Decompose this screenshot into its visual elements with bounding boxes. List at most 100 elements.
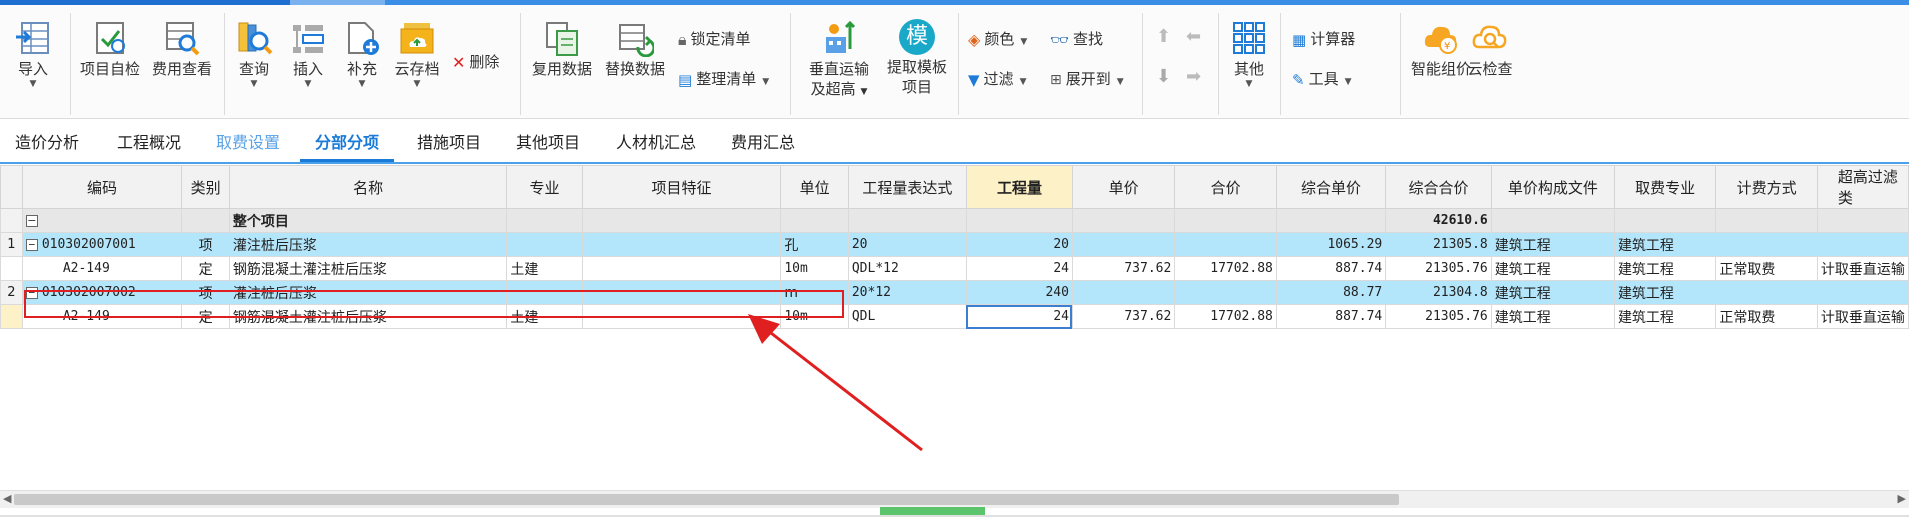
cell-amount[interactable]: 17702.88 [1174,304,1277,329]
scroll-left-arrow-icon[interactable]: ◀ [3,492,11,505]
column-header[interactable]: 项目特征 [581,165,782,209]
cell-price[interactable] [1071,232,1176,257]
column-header[interactable]: 单位 [780,165,849,209]
cell-unit[interactable] [780,208,849,233]
move-down-button[interactable]: ⬇ [1156,65,1171,89]
cell-expr[interactable]: QDL*12 [847,256,967,281]
cell-file[interactable]: 建筑工程 [1490,304,1615,329]
cell-major[interactable]: 土建 [506,256,583,281]
replace-data-button[interactable]: 替换数据 [603,19,667,79]
column-header-quantity[interactable]: 工程量 [965,165,1073,209]
cell-total[interactable]: 21304.8 [1385,280,1492,305]
cell-file[interactable]: 建筑工程 [1490,232,1615,257]
other-button[interactable]: 其他 ▼ [1226,19,1272,89]
column-header[interactable]: 专业 [506,165,583,209]
cell-method[interactable]: 正常取费 [1715,304,1818,329]
cell-amount[interactable] [1174,232,1277,257]
cell-type[interactable]: 项 [181,232,230,257]
cloud-save-button[interactable]: 云存档 ▼ [392,19,442,89]
tab-fee-settings[interactable]: 取费设置 [201,124,295,162]
cell-expr[interactable]: 20*12 [847,280,967,305]
cell-code[interactable]: − [21,208,183,233]
cell-total[interactable]: 42610.6 [1385,208,1492,233]
calculator-button[interactable]: ▦ 计算器 [1292,27,1355,51]
self-check-button[interactable]: 项目自检 [78,19,142,79]
tab-project-overview[interactable]: 工程概况 [102,124,196,162]
cloud-check-button[interactable]: 云检查 [1460,19,1520,79]
cell-fee-major[interactable] [1613,208,1717,233]
cell-method[interactable] [1715,280,1818,305]
cell-filter[interactable]: 计取垂直运输 [1816,256,1909,281]
cell-amount[interactable] [1174,280,1277,305]
cell-unit[interactable]: 孔 [780,232,849,257]
column-header[interactable]: 综合合价 [1385,165,1492,209]
cell-price[interactable] [1071,208,1176,233]
tab-sub-items[interactable]: 分部分项 [300,124,395,162]
column-header[interactable]: 工程量表达式 [847,165,967,209]
tab-cost-analysis[interactable]: 造价分析 [0,124,94,162]
column-header[interactable]: 编码 [21,165,183,209]
cell-amount[interactable]: 17702.88 [1174,256,1277,281]
cell-total[interactable]: 21305.8 [1385,232,1492,257]
table-row[interactable]: A2-149 定 钢筋混凝土灌注桩后压浆 土建 10m QDL*12 24 73… [0,256,1909,281]
cell-expr[interactable] [847,208,967,233]
delete-button[interactable]: ✕ 删除 [452,50,499,74]
move-up-button[interactable]: ⬆ [1156,25,1171,49]
extract-template-button[interactable]: 模 提取模板 项目 [884,19,950,97]
cell-filter[interactable]: 计取垂直运输 [1816,304,1909,329]
cell-type[interactable] [181,208,230,233]
color-button[interactable]: ◈ 颜色 ▼ [968,27,1027,51]
cell-method[interactable]: 正常取费 [1715,256,1818,281]
cell-amount[interactable] [1174,208,1277,233]
move-left-button[interactable]: ⬅ [1186,25,1201,49]
cell-unit[interactable]: 10m [780,256,849,281]
cell-qty[interactable]: 20 [965,232,1073,257]
fee-view-button[interactable]: 费用查看 [150,19,214,79]
tab-fee-summary[interactable]: 费用汇总 [716,124,810,162]
column-header[interactable]: 计费方式 [1715,165,1818,209]
cell-type[interactable]: 定 [181,256,230,281]
organize-list-button[interactable]: ▤ 整理清单 ▼ [678,67,769,91]
cell-fee-major[interactable]: 建筑工程 [1613,256,1717,281]
cell-unit-price[interactable] [1275,208,1387,233]
column-header[interactable]: 取费专业 [1613,165,1717,209]
column-header[interactable]: 名称 [228,165,508,209]
cell-file[interactable]: 建筑工程 [1490,280,1615,305]
find-button[interactable]: 👓︎ 查找 [1050,27,1103,51]
move-right-button[interactable]: ➡ [1186,65,1201,89]
column-header[interactable]: 单价 [1071,165,1176,209]
expand-to-button[interactable]: ⊞ 展开到 ▼ [1050,67,1124,91]
column-header[interactable]: 综合单价 [1275,165,1387,209]
cell-qty-active[interactable]: 24 [965,304,1073,329]
cell-qty[interactable]: 24 [965,256,1073,281]
cell-major[interactable] [506,232,583,257]
cell-file[interactable]: 建筑工程 [1490,256,1615,281]
table-row-whole-project[interactable]: − 整个项目 42610.6 [0,208,1909,233]
table-row[interactable]: 1 −010302007001 项 灌注桩后压浆 孔 20 20 1065.29… [0,232,1909,257]
collapse-toggle-icon[interactable]: − [25,214,38,227]
cell-filter[interactable] [1816,280,1909,305]
cell-major[interactable] [506,208,583,233]
tools-button[interactable]: ✎ 工具 ▼ [1292,67,1352,91]
cell-feature[interactable] [581,232,782,257]
cell-method[interactable] [1715,208,1818,233]
cell-fee-major[interactable]: 建筑工程 [1613,280,1717,305]
tab-labor-material-summary[interactable]: 人材机汇总 [601,124,711,162]
collapse-toggle-icon[interactable]: − [25,238,38,251]
cell-feature[interactable] [581,208,782,233]
cell-code[interactable]: −010302007001 [21,232,183,257]
insert-button[interactable]: 插入 ▼ [286,19,330,89]
cell-name[interactable]: 灌注桩后压浆 [228,232,508,257]
cell-method[interactable] [1715,232,1818,257]
cell-expr[interactable]: 20 [847,232,967,257]
cell-filter[interactable] [1816,232,1909,257]
cell-price[interactable]: 737.62 [1071,256,1176,281]
scrollbar-thumb[interactable] [14,494,1399,505]
cell-unit-price[interactable]: 887.74 [1275,304,1387,329]
cell-fee-major[interactable]: 建筑工程 [1613,304,1717,329]
reuse-data-button[interactable]: 复用数据 [530,19,594,79]
horizontal-scrollbar[interactable]: ◀ ▶ [0,490,1909,508]
cell-unit-price[interactable]: 1065.29 [1275,232,1387,257]
cell-price[interactable] [1071,280,1176,305]
column-header[interactable]: 类别 [181,165,230,209]
